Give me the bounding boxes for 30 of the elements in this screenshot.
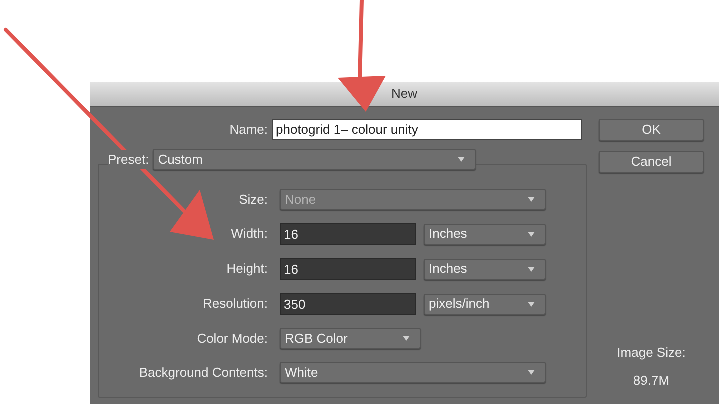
- dialog-button[interactable]: OK: [599, 119, 704, 141]
- dropdown[interactable]: RGB Color: [280, 328, 421, 349]
- caret-icon: [528, 232, 535, 236]
- window-title: New: [391, 85, 418, 104]
- name-field[interactable]: photogrid 1– colour unity: [272, 119, 582, 140]
- field-label: Height:: [226, 260, 269, 278]
- caret-icon: [528, 197, 535, 202]
- field-label: Width:: [230, 225, 269, 244]
- dropdown[interactable]: pixels/inch: [424, 294, 546, 314]
- field-label: Size:: [238, 190, 269, 209]
- dropdown[interactable]: Inches: [424, 258, 546, 280]
- number-field[interactable]: 16: [280, 223, 416, 245]
- field-label: Name:: [228, 120, 269, 139]
- dropdown[interactable]: White: [280, 362, 546, 383]
- image-size-label: Image Size:: [617, 344, 686, 362]
- image-size-value: 89.7M: [633, 372, 670, 390]
- field-label: Color Mode:: [196, 330, 269, 348]
- field-label: Preset:: [108, 150, 154, 170]
- dialog-button[interactable]: Cancel: [599, 151, 704, 173]
- dropdown[interactable]: Inches: [424, 224, 546, 244]
- caret-icon: [458, 157, 466, 162]
- caret-icon: [528, 302, 535, 306]
- field-label: Resolution:: [202, 295, 269, 314]
- caret-icon: [528, 266, 535, 272]
- number-field[interactable]: 350: [280, 293, 416, 315]
- dropdown[interactable]: Custom: [153, 149, 476, 170]
- caret-icon: [403, 336, 410, 341]
- number-field[interactable]: 16: [280, 258, 416, 280]
- field-label: Background Contents:: [138, 364, 269, 382]
- caret-icon: [528, 370, 535, 375]
